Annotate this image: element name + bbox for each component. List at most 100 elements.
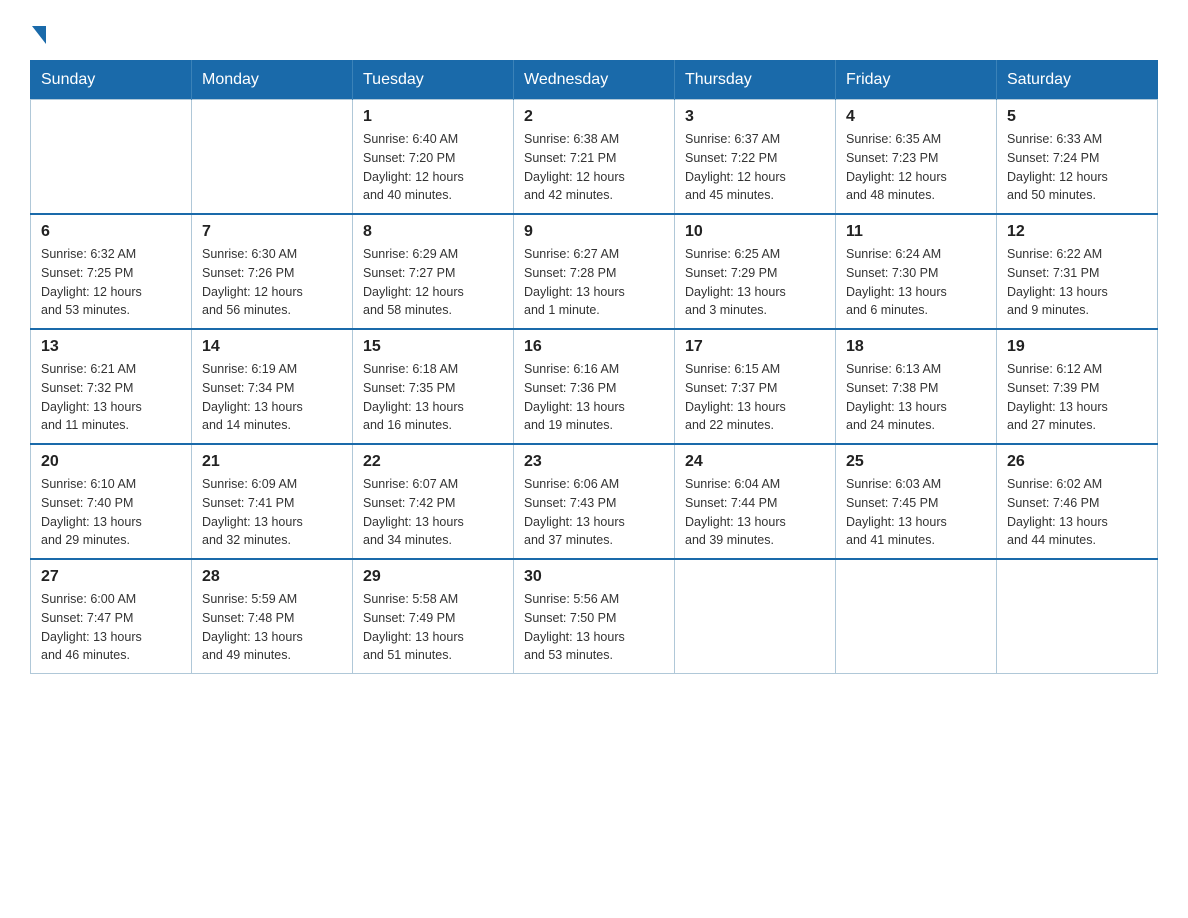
day-number: 15 bbox=[363, 338, 503, 356]
day-info: Sunrise: 6:22 AM Sunset: 7:31 PM Dayligh… bbox=[1007, 245, 1147, 320]
day-number: 14 bbox=[202, 338, 342, 356]
calendar-week-4: 20 Sunrise: 6:10 AM Sunset: 7:40 PM Dayli… bbox=[31, 444, 1158, 559]
day-number: 29 bbox=[363, 568, 503, 586]
day-number: 7 bbox=[202, 223, 342, 241]
calendar-cell: 3 Sunrise: 6:37 AM Sunset: 7:22 PM Daylig… bbox=[675, 100, 836, 215]
day-number: 22 bbox=[363, 453, 503, 471]
calendar-cell: 12 Sunrise: 6:22 AM Sunset: 7:31 PM Dayli… bbox=[997, 214, 1158, 329]
calendar-week-3: 13 Sunrise: 6:21 AM Sunset: 7:32 PM Dayli… bbox=[31, 329, 1158, 444]
calendar-cell: 17Sunrise: 6:15 AM Sunset: 7:37 PM Dayli… bbox=[675, 329, 836, 444]
day-number: 26 bbox=[1007, 453, 1147, 471]
day-number: 25 bbox=[846, 453, 986, 471]
day-info: Sunrise: 6:33 AM Sunset: 7:24 PM Dayligh… bbox=[1007, 130, 1147, 205]
calendar-cell bbox=[675, 559, 836, 674]
calendar-table: SundayMondayTuesdayWednesdayThursdayFrid… bbox=[30, 60, 1158, 674]
day-info: Sunrise: 6:00 AM Sunset: 7:47 PM Dayligh… bbox=[41, 590, 181, 665]
calendar-cell: 30 Sunrise: 5:56 AM Sunset: 7:50 PM Dayli… bbox=[514, 559, 675, 674]
calendar-cell: 2 Sunrise: 6:38 AM Sunset: 7:21 PM Daylig… bbox=[514, 100, 675, 215]
day-info: Sunrise: 6:02 AM Sunset: 7:46 PM Dayligh… bbox=[1007, 475, 1147, 550]
day-info: Sunrise: 6:29 AM Sunset: 7:27 PM Dayligh… bbox=[363, 245, 503, 320]
weekday-header-sunday: Sunday bbox=[31, 61, 192, 100]
day-info: Sunrise: 6:10 AM Sunset: 7:40 PM Dayligh… bbox=[41, 475, 181, 550]
day-number: 11 bbox=[846, 223, 986, 241]
weekday-header-wednesday: Wednesday bbox=[514, 61, 675, 100]
calendar-cell: 13 Sunrise: 6:21 AM Sunset: 7:32 PM Dayli… bbox=[31, 329, 192, 444]
calendar-cell: 25 Sunrise: 6:03 AM Sunset: 7:45 PM Dayli… bbox=[836, 444, 997, 559]
day-info: Sunrise: 6:24 AM Sunset: 7:30 PM Dayligh… bbox=[846, 245, 986, 320]
day-info: Sunrise: 5:59 AM Sunset: 7:48 PM Dayligh… bbox=[202, 590, 342, 665]
weekday-header-saturday: Saturday bbox=[997, 61, 1158, 100]
calendar-cell: 5Sunrise: 6:33 AM Sunset: 7:24 PM Daylig… bbox=[997, 100, 1158, 215]
weekday-header-thursday: Thursday bbox=[675, 61, 836, 100]
calendar-cell: 20 Sunrise: 6:10 AM Sunset: 7:40 PM Dayli… bbox=[31, 444, 192, 559]
day-info: Sunrise: 6:04 AM Sunset: 7:44 PM Dayligh… bbox=[685, 475, 825, 550]
day-number: 18 bbox=[846, 338, 986, 356]
day-number: 24 bbox=[685, 453, 825, 471]
weekday-header-monday: Monday bbox=[192, 61, 353, 100]
calendar-cell bbox=[836, 559, 997, 674]
day-info: Sunrise: 6:32 AM Sunset: 7:25 PM Dayligh… bbox=[41, 245, 181, 320]
day-number: 20 bbox=[41, 453, 181, 471]
calendar-cell: 6 Sunrise: 6:32 AM Sunset: 7:25 PM Daylig… bbox=[31, 214, 192, 329]
day-info: Sunrise: 6:07 AM Sunset: 7:42 PM Dayligh… bbox=[363, 475, 503, 550]
calendar-cell: 10Sunrise: 6:25 AM Sunset: 7:29 PM Dayli… bbox=[675, 214, 836, 329]
day-number: 4 bbox=[846, 108, 986, 126]
day-number: 13 bbox=[41, 338, 181, 356]
day-info: Sunrise: 6:35 AM Sunset: 7:23 PM Dayligh… bbox=[846, 130, 986, 205]
calendar-header: SundayMondayTuesdayWednesdayThursdayFrid… bbox=[31, 61, 1158, 100]
day-number: 16 bbox=[524, 338, 664, 356]
page-header bbox=[30, 20, 1158, 40]
day-info: Sunrise: 6:06 AM Sunset: 7:43 PM Dayligh… bbox=[524, 475, 664, 550]
day-number: 27 bbox=[41, 568, 181, 586]
calendar-cell: 28 Sunrise: 5:59 AM Sunset: 7:48 PM Dayli… bbox=[192, 559, 353, 674]
calendar-cell: 26 Sunrise: 6:02 AM Sunset: 7:46 PM Dayli… bbox=[997, 444, 1158, 559]
day-info: Sunrise: 6:21 AM Sunset: 7:32 PM Dayligh… bbox=[41, 360, 181, 435]
day-number: 19 bbox=[1007, 338, 1147, 356]
day-info: Sunrise: 6:37 AM Sunset: 7:22 PM Dayligh… bbox=[685, 130, 825, 205]
day-info: Sunrise: 6:38 AM Sunset: 7:21 PM Dayligh… bbox=[524, 130, 664, 205]
day-number: 2 bbox=[524, 108, 664, 126]
day-info: Sunrise: 6:27 AM Sunset: 7:28 PM Dayligh… bbox=[524, 245, 664, 320]
day-number: 12 bbox=[1007, 223, 1147, 241]
day-info: Sunrise: 6:12 AM Sunset: 7:39 PM Dayligh… bbox=[1007, 360, 1147, 435]
calendar-cell: 29Sunrise: 5:58 AM Sunset: 7:49 PM Dayli… bbox=[353, 559, 514, 674]
calendar-cell: 21Sunrise: 6:09 AM Sunset: 7:41 PM Dayli… bbox=[192, 444, 353, 559]
day-number: 28 bbox=[202, 568, 342, 586]
day-number: 30 bbox=[524, 568, 664, 586]
calendar-week-5: 27 Sunrise: 6:00 AM Sunset: 7:47 PM Dayli… bbox=[31, 559, 1158, 674]
day-info: Sunrise: 6:40 AM Sunset: 7:20 PM Dayligh… bbox=[363, 130, 503, 205]
calendar-cell: 15Sunrise: 6:18 AM Sunset: 7:35 PM Dayli… bbox=[353, 329, 514, 444]
calendar-week-1: 1 Sunrise: 6:40 AM Sunset: 7:20 PM Daylig… bbox=[31, 100, 1158, 215]
day-info: Sunrise: 6:13 AM Sunset: 7:38 PM Dayligh… bbox=[846, 360, 986, 435]
calendar-cell: 14 Sunrise: 6:19 AM Sunset: 7:34 PM Dayli… bbox=[192, 329, 353, 444]
calendar-cell bbox=[31, 100, 192, 215]
logo-arrow-icon bbox=[32, 26, 46, 44]
weekday-header-tuesday: Tuesday bbox=[353, 61, 514, 100]
day-info: Sunrise: 5:56 AM Sunset: 7:50 PM Dayligh… bbox=[524, 590, 664, 665]
day-number: 3 bbox=[685, 108, 825, 126]
calendar-cell bbox=[997, 559, 1158, 674]
calendar-cell: 22 Sunrise: 6:07 AM Sunset: 7:42 PM Dayli… bbox=[353, 444, 514, 559]
day-info: Sunrise: 6:30 AM Sunset: 7:26 PM Dayligh… bbox=[202, 245, 342, 320]
calendar-cell: 9Sunrise: 6:27 AM Sunset: 7:28 PM Daylig… bbox=[514, 214, 675, 329]
weekday-header-friday: Friday bbox=[836, 61, 997, 100]
day-number: 23 bbox=[524, 453, 664, 471]
day-info: Sunrise: 6:19 AM Sunset: 7:34 PM Dayligh… bbox=[202, 360, 342, 435]
calendar-cell: 7 Sunrise: 6:30 AM Sunset: 7:26 PM Daylig… bbox=[192, 214, 353, 329]
day-info: Sunrise: 6:09 AM Sunset: 7:41 PM Dayligh… bbox=[202, 475, 342, 550]
day-info: Sunrise: 6:03 AM Sunset: 7:45 PM Dayligh… bbox=[846, 475, 986, 550]
day-info: Sunrise: 6:16 AM Sunset: 7:36 PM Dayligh… bbox=[524, 360, 664, 435]
logo bbox=[30, 20, 46, 40]
calendar-cell: 23 Sunrise: 6:06 AM Sunset: 7:43 PM Dayli… bbox=[514, 444, 675, 559]
calendar-cell: 8Sunrise: 6:29 AM Sunset: 7:27 PM Daylig… bbox=[353, 214, 514, 329]
calendar-cell: 4 Sunrise: 6:35 AM Sunset: 7:23 PM Daylig… bbox=[836, 100, 997, 215]
calendar-body: 1 Sunrise: 6:40 AM Sunset: 7:20 PM Daylig… bbox=[31, 100, 1158, 674]
day-info: Sunrise: 6:15 AM Sunset: 7:37 PM Dayligh… bbox=[685, 360, 825, 435]
calendar-cell: 19 Sunrise: 6:12 AM Sunset: 7:39 PM Dayli… bbox=[997, 329, 1158, 444]
calendar-cell: 18 Sunrise: 6:13 AM Sunset: 7:38 PM Dayli… bbox=[836, 329, 997, 444]
calendar-cell: 16 Sunrise: 6:16 AM Sunset: 7:36 PM Dayli… bbox=[514, 329, 675, 444]
day-number: 6 bbox=[41, 223, 181, 241]
day-number: 1 bbox=[363, 108, 503, 126]
calendar-cell: 27 Sunrise: 6:00 AM Sunset: 7:47 PM Dayli… bbox=[31, 559, 192, 674]
day-info: Sunrise: 6:25 AM Sunset: 7:29 PM Dayligh… bbox=[685, 245, 825, 320]
